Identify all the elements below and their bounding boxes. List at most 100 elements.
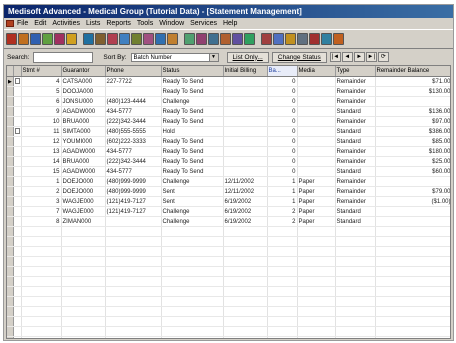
cell-batch: 0 (267, 166, 298, 177)
toolbar-icon-2[interactable] (18, 33, 29, 45)
table-row[interactable]: 3 WAGJE000 (121)419-7127 Sent 6/19/2002 1 Pape… (7, 196, 450, 207)
toolbar-icon-17[interactable] (208, 33, 219, 45)
cell-guarantor: ZIMAN000 (61, 216, 106, 227)
cell-status: Hold (161, 126, 224, 137)
col-header-batch[interactable]: Ba... (267, 66, 298, 77)
empty-cell (105, 286, 162, 297)
cell-guarantor: JONSU000 (61, 96, 106, 107)
menu-help[interactable]: Help (223, 18, 237, 29)
col-header-stmt[interactable]: Stmt # (21, 66, 62, 77)
toolbar-icon-11[interactable] (131, 33, 142, 45)
empty-cell (105, 296, 162, 307)
empty-cell (61, 296, 106, 307)
toolbar-icon-21[interactable] (261, 33, 272, 45)
note-icon[interactable] (14, 128, 20, 135)
list-only-button[interactable]: List Only... (226, 51, 269, 63)
toolbar-icon-8[interactable] (95, 33, 106, 45)
cell-media (297, 146, 336, 157)
sort-by-select[interactable]: Batch Number ▼ (130, 52, 219, 62)
cell-media: Paper (297, 196, 336, 207)
toolbar-icon-10[interactable] (119, 33, 130, 45)
menu-services[interactable]: Services (190, 18, 217, 29)
cell-media (297, 86, 336, 97)
table-row[interactable]: 9 AGADW000 434-5777 Ready To Send 0 Standard $… (7, 106, 450, 117)
col-header-remainder-balance[interactable]: Remainder Balance (375, 66, 450, 77)
menu-tools[interactable]: Tools (137, 18, 153, 29)
cell-guarantor: BRUA000 (61, 156, 106, 167)
table-row[interactable]: 14 BRUA000 (222)342-3444 Ready To Send 0 Rema… (7, 156, 450, 167)
menu-edit[interactable]: Edit (34, 18, 46, 29)
table-row[interactable]: 6 JONSU000 (480)123-4444 Challenge 0 Remainde… (7, 96, 450, 107)
menu-reports[interactable]: Reports (106, 18, 131, 29)
toolbar-icon-27[interactable] (333, 33, 344, 45)
toolbar-icon-19[interactable] (232, 33, 243, 45)
empty-cell (105, 316, 162, 327)
toolbar-icon-20[interactable] (244, 33, 255, 45)
table-row[interactable]: 1 DOEJO000 (480)999-9999 Challenge 12/11/200… (7, 176, 450, 187)
table-row[interactable]: 12 YOUMI000 (602)222-3333 Ready To Send 0 Sta… (7, 136, 450, 147)
toolbar-icon-1[interactable] (6, 33, 17, 45)
table-row[interactable]: ▶ 4 CATSA000 227-7722 Ready To Send 0 Remainde… (7, 76, 450, 87)
toolbar-icon-3[interactable] (30, 33, 41, 45)
empty-cell (375, 336, 450, 338)
empty-cell (297, 336, 336, 338)
toolbar-icon-7[interactable] (83, 33, 94, 45)
table-row[interactable]: 8 ZIMAN000 Challenge 6/19/2002 2 Paper Standar… (7, 216, 450, 227)
toolbar-icon-24[interactable] (297, 33, 308, 45)
table-row[interactable]: 15 AGADW000 434-5777 Ready To Send 0 Standard… (7, 166, 450, 177)
col-header-initial-billing[interactable]: Initial Billing (223, 66, 268, 77)
toolbar-icon-18[interactable] (220, 33, 231, 45)
table-row[interactable]: 7 WAGJE000 (121)419-7127 Challenge 6/19/2002… (7, 206, 450, 217)
empty-cell (267, 256, 298, 267)
toolbar-icon-4[interactable] (42, 33, 53, 45)
prev-record-button[interactable]: ◄ (341, 52, 353, 62)
col-header-guarantor[interactable]: Guarantor (61, 66, 106, 77)
toolbar-icon-16[interactable] (196, 33, 207, 45)
statement-grid[interactable]: Stmt # Guarantor Phone Status Initial Bi… (6, 65, 451, 339)
change-status-button[interactable]: Change Status (271, 51, 327, 63)
cell-stmt: 5 (21, 86, 62, 97)
menu-window[interactable]: Window (159, 18, 184, 29)
menu-file[interactable]: File (17, 18, 28, 29)
menu-lists[interactable]: Lists (86, 18, 100, 29)
last-record-button[interactable]: ►| (365, 52, 377, 62)
toolbar-icon-5[interactable] (54, 33, 65, 45)
menu-activities[interactable]: Activities (52, 18, 80, 29)
toolbar-icon-9[interactable] (107, 33, 118, 45)
toolbar-icon-6[interactable] (66, 33, 77, 45)
cell-media (297, 116, 336, 127)
col-header-media[interactable]: Media (297, 66, 336, 77)
toolbar-icon-25[interactable] (309, 33, 320, 45)
col-header-type[interactable]: Type (335, 66, 376, 77)
table-row[interactable]: 13 AGADW000 434-5777 Ready To Send 0 Remainde… (7, 146, 450, 157)
search-input[interactable] (33, 51, 94, 63)
cell-batch: 0 (267, 96, 298, 107)
table-row[interactable]: 11 SIMTA000 (480)555-5555 Hold 0 Standard $386… (7, 126, 450, 137)
toolbar-icon-26[interactable] (321, 33, 332, 45)
table-row[interactable]: 2 DOEJO000 (480)999-9999 Sent 12/11/2002 1 Pap… (7, 186, 450, 197)
note-cell (13, 186, 22, 197)
col-header-status[interactable]: Status (161, 66, 224, 77)
empty-cell (335, 326, 376, 337)
toolbar-icon-13[interactable] (155, 33, 166, 45)
app-icon[interactable] (6, 20, 14, 27)
cell-guarantor: AGADW000 (61, 106, 106, 117)
empty-row (7, 236, 450, 247)
toolbar-icon-15[interactable] (184, 33, 195, 45)
toolbar-icon-22[interactable] (273, 33, 284, 45)
empty-row (7, 266, 450, 277)
empty-cell (375, 226, 450, 237)
table-row[interactable]: 5 DOOJA000 Ready To Send 0 Remainder $130.00 (7, 86, 450, 97)
note-icon[interactable] (14, 78, 20, 85)
cell-guarantor: BRUA000 (61, 116, 106, 127)
toolbar-icon-14[interactable] (167, 33, 178, 45)
empty-cell (297, 326, 336, 337)
toolbar-icon-23[interactable] (285, 33, 296, 45)
chevron-down-icon[interactable]: ▼ (208, 53, 218, 61)
first-record-button[interactable]: |◄ (329, 52, 341, 62)
col-header-phone[interactable]: Phone (105, 66, 162, 77)
toolbar-icon-12[interactable] (143, 33, 154, 45)
refresh-button[interactable]: ⟳ (377, 52, 389, 62)
table-row[interactable]: 10 BRUA000 (222)342-3444 Ready To Send 0 Rema… (7, 116, 450, 127)
next-record-button[interactable]: ► (353, 52, 365, 62)
